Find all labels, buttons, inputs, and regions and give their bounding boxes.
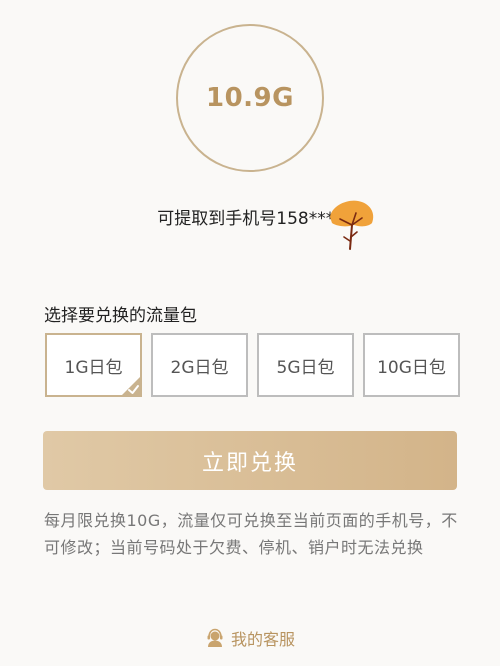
phone-row: 可提取到手机号158**** (0, 204, 500, 229)
ginkgo-leaf-icon (330, 200, 374, 250)
customer-service-icon (207, 628, 223, 647)
package-option-5g[interactable]: 5G日包 (257, 333, 354, 397)
package-option-label: 5G日包 (276, 357, 335, 378)
package-select-label: 选择要兑换的流量包 (44, 306, 197, 326)
exchange-button-label: 立即兑换 (201, 450, 298, 476)
package-option-1g[interactable]: 1G日包 (45, 333, 142, 397)
customer-service-link[interactable]: 我的客服 (0, 626, 500, 650)
package-option-label: 1G日包 (64, 357, 123, 378)
package-option-label: 2G日包 (170, 357, 229, 378)
package-option-2g[interactable]: 2G日包 (151, 333, 248, 397)
balance-amount: 10.9G (206, 83, 294, 113)
package-options: 1G日包 2G日包 5G日包 10G日包 (45, 333, 460, 397)
exchange-notice: 每月限兑换10G，流量仅可兑换至当前页面的手机号，不可修改；当前号码处于欠费、停… (44, 511, 458, 557)
balance-circle: 10.9G (176, 24, 324, 172)
customer-service-label: 我的客服 (230, 630, 295, 649)
phone-number-text: 可提取到手机号158**** (157, 209, 343, 229)
exchange-button[interactable]: 立即兑换 (43, 431, 457, 490)
package-option-10g[interactable]: 10G日包 (363, 333, 460, 397)
package-option-label: 10G日包 (377, 357, 446, 378)
checkmark-icon (120, 375, 142, 397)
